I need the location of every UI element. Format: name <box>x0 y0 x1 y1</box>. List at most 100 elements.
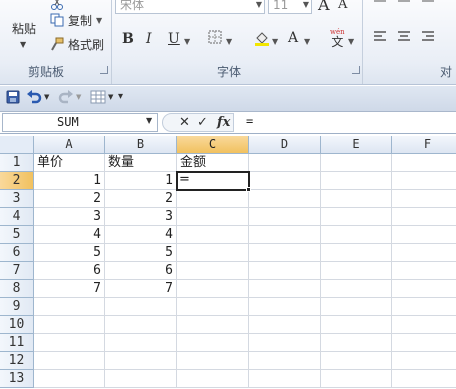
align-top-icon[interactable] <box>372 0 388 12</box>
chevron-down-icon[interactable]: ▼ <box>146 116 152 125</box>
row-header-7[interactable]: 7 <box>0 262 34 280</box>
cell-f10[interactable] <box>392 316 456 334</box>
cell-f12[interactable] <box>392 352 456 370</box>
row-header-9[interactable]: 9 <box>0 298 34 316</box>
cell-b13[interactable] <box>105 370 177 388</box>
cell-a13[interactable] <box>34 370 105 388</box>
font-name-select[interactable]: 宋体 ▼ <box>115 0 265 14</box>
cell-b9[interactable] <box>105 298 177 316</box>
column-header-a[interactable]: A <box>34 136 105 154</box>
cell-c9[interactable] <box>177 298 249 316</box>
cell-b2[interactable]: 1 <box>105 172 177 190</box>
cell-f11[interactable] <box>392 334 456 352</box>
cell-c10[interactable] <box>177 316 249 334</box>
cell-a7[interactable]: 6 <box>34 262 105 280</box>
cell-a8[interactable]: 7 <box>34 280 105 298</box>
formula-input[interactable]: = <box>236 113 454 132</box>
cell-b6[interactable]: 5 <box>105 244 177 262</box>
cell-d3[interactable] <box>249 190 321 208</box>
cell-a10[interactable] <box>34 316 105 334</box>
cell-c3[interactable] <box>177 190 249 208</box>
cell-f7[interactable] <box>392 262 456 280</box>
align-right-icon[interactable] <box>420 30 436 48</box>
chevron-down-icon[interactable]: ▼ <box>272 37 278 46</box>
cell-c7[interactable] <box>177 262 249 280</box>
row-header-5[interactable]: 5 <box>0 226 34 244</box>
redo-icon[interactable] <box>58 90 74 107</box>
fill-color-icon[interactable] <box>254 30 270 50</box>
align-center-icon[interactable] <box>396 30 412 48</box>
cell-e7[interactable] <box>321 262 392 280</box>
cell-f5[interactable] <box>392 226 456 244</box>
select-all-corner[interactable] <box>0 136 34 154</box>
row-header-4[interactable]: 4 <box>0 208 34 226</box>
cell-f1[interactable] <box>392 154 456 172</box>
row-header-13[interactable]: 13 <box>0 370 34 388</box>
cell-d6[interactable] <box>249 244 321 262</box>
align-bottom-icon[interactable] <box>420 0 436 12</box>
cell-c6[interactable] <box>177 244 249 262</box>
cancel-icon[interactable]: ✕ <box>179 115 190 130</box>
cell-b11[interactable] <box>105 334 177 352</box>
cell-f2[interactable] <box>392 172 456 190</box>
chevron-down-icon[interactable]: ▼ <box>226 37 232 46</box>
row-header-1[interactable]: 1 <box>0 154 34 172</box>
cell-c12[interactable] <box>177 352 249 370</box>
row-header-10[interactable]: 10 <box>0 316 34 334</box>
enter-icon[interactable]: ✓ <box>197 115 208 130</box>
row-header-2[interactable]: 2 <box>0 172 34 190</box>
clipboard-dialog-launcher[interactable] <box>100 66 108 74</box>
cell-b3[interactable]: 2 <box>105 190 177 208</box>
cell-a2[interactable]: 1 <box>34 172 105 190</box>
font-dialog-launcher[interactable] <box>352 66 360 74</box>
customize-icon[interactable]: ▾ <box>118 91 123 102</box>
cell-b1[interactable]: 数量 <box>105 154 177 172</box>
cell-d4[interactable] <box>249 208 321 226</box>
cell-b12[interactable] <box>105 352 177 370</box>
cell-e13[interactable] <box>321 370 392 388</box>
name-box[interactable]: SUM <box>2 113 158 132</box>
cell-f8[interactable] <box>392 280 456 298</box>
border-icon[interactable] <box>208 30 222 48</box>
cell-c2[interactable]: = <box>176 171 250 191</box>
row-header-12[interactable]: 12 <box>0 352 34 370</box>
cell-d10[interactable] <box>249 316 321 334</box>
cell-e5[interactable] <box>321 226 392 244</box>
cell-a11[interactable] <box>34 334 105 352</box>
cell-b5[interactable]: 4 <box>105 226 177 244</box>
undo-icon[interactable] <box>26 90 42 107</box>
cell-f3[interactable] <box>392 190 456 208</box>
cell-c5[interactable] <box>177 226 249 244</box>
cell-f6[interactable] <box>392 244 456 262</box>
cell-d1[interactable] <box>249 154 321 172</box>
table-icon[interactable] <box>90 90 106 107</box>
cell-e12[interactable] <box>321 352 392 370</box>
cell-d2[interactable] <box>249 172 321 190</box>
underline-icon[interactable]: U <box>168 31 180 47</box>
shrink-font-icon[interactable]: A <box>338 0 347 12</box>
column-header-c[interactable]: C <box>177 136 249 154</box>
cell-d9[interactable] <box>249 298 321 316</box>
cell-a12[interactable] <box>34 352 105 370</box>
cell-d8[interactable] <box>249 280 321 298</box>
chevron-down-icon[interactable]: ▼ <box>108 93 113 101</box>
cell-a3[interactable]: 2 <box>34 190 105 208</box>
font-size-select[interactable]: 11 ▼ <box>268 0 312 14</box>
cell-a6[interactable]: 5 <box>34 244 105 262</box>
column-header-f[interactable]: F <box>392 136 456 154</box>
align-middle-icon[interactable] <box>396 0 412 12</box>
row-header-8[interactable]: 8 <box>0 280 34 298</box>
column-header-d[interactable]: D <box>249 136 321 154</box>
cell-c4[interactable] <box>177 208 249 226</box>
cell-c11[interactable] <box>177 334 249 352</box>
cell-c13[interactable] <box>177 370 249 388</box>
cell-b7[interactable]: 6 <box>105 262 177 280</box>
save-icon[interactable] <box>6 90 20 107</box>
cell-f4[interactable] <box>392 208 456 226</box>
cell-a5[interactable]: 4 <box>34 226 105 244</box>
row-header-11[interactable]: 11 <box>0 334 34 352</box>
cell-d11[interactable] <box>249 334 321 352</box>
cell-b4[interactable]: 3 <box>105 208 177 226</box>
paste-button[interactable]: 粘贴 ▼ <box>4 0 42 58</box>
cell-e9[interactable] <box>321 298 392 316</box>
